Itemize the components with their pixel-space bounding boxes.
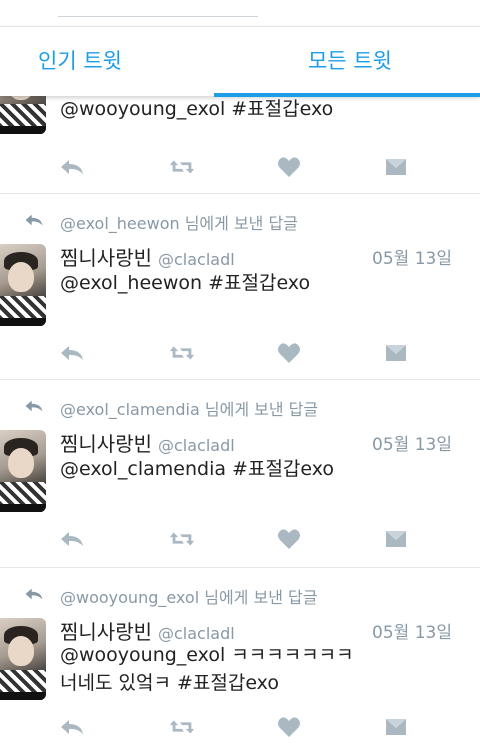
tab-active-indicator (214, 93, 480, 97)
reply-icon[interactable] (58, 714, 86, 740)
search-bar-remnant (58, 16, 258, 17)
tweet-header: 찜니사랑빈 @clacladl 05월 13일 (60, 616, 470, 644)
tweet-actions (0, 154, 480, 180)
reply-to-handle[interactable]: @exol_heewon (60, 214, 180, 233)
timeline-tabs: 인기 트윗 모든 트윗 (0, 26, 480, 97)
heart-icon[interactable] (275, 154, 303, 180)
tab-all-tweets[interactable]: 모든 트윗 (270, 27, 430, 93)
reply-context: @wooyoung_exol 님에게 보낸 답글 (0, 584, 480, 607)
reply-suffix: 님에게 보낸 답글 (199, 588, 318, 607)
tweet-text: @wooyoung_exol #표절갑exo (60, 98, 334, 120)
tweet-date: 05월 13일 (372, 435, 452, 455)
reply-indicator-icon (25, 588, 43, 600)
reply-icon[interactable] (58, 340, 86, 366)
username[interactable]: @clacladl (158, 436, 235, 455)
direct-message-icon[interactable] (382, 154, 410, 180)
tab-popular-tweets[interactable]: 인기 트윗 (0, 27, 160, 93)
username[interactable]: @clacladl (158, 250, 235, 269)
tweet-item[interactable]: @exol_clamendia 님에게 보낸 답글 찜니사랑빈 @clacladl… (0, 380, 480, 568)
tweet-actions (0, 714, 480, 740)
direct-message-icon[interactable] (382, 714, 410, 740)
avatar[interactable] (0, 618, 46, 700)
tweet-text: @exol_heewon #표절갑exo (60, 272, 311, 294)
reply-suffix: 님에게 보낸 답글 (199, 400, 319, 419)
display-name[interactable]: 찜니사랑빈 (60, 432, 152, 456)
reply-suffix: 님에게 보낸 답글 (179, 214, 298, 233)
reply-context: @exol_heewon 님에게 보낸 답글 (0, 210, 480, 233)
reply-context: @exol_clamendia 님에게 보낸 답글 (0, 396, 480, 419)
direct-message-icon[interactable] (382, 340, 410, 366)
tweet-text-line-2: 너네도 있엌ㅋ #표절갑exo (60, 672, 279, 694)
heart-icon[interactable] (275, 340, 303, 366)
tweet-date: 05월 13일 (372, 623, 452, 643)
reply-indicator-icon (25, 214, 43, 226)
tweet-actions (0, 340, 480, 366)
tweet-item-partial[interactable]: @wooyoung_exol #표절갑exo (0, 96, 480, 194)
reply-to-handle[interactable]: @wooyoung_exol (60, 588, 199, 607)
reply-icon[interactable] (58, 154, 86, 180)
heart-icon[interactable] (275, 526, 303, 552)
display-name[interactable]: 찜니사랑빈 (60, 246, 152, 270)
retweet-icon[interactable] (168, 154, 196, 180)
tweet-header: 찜니사랑빈 @clacladl 05월 13일 (60, 242, 470, 270)
tweet-date: 05월 13일 (372, 249, 452, 269)
avatar[interactable] (0, 96, 46, 134)
avatar[interactable] (0, 430, 46, 512)
tweet-item[interactable]: @exol_heewon 님에게 보낸 답글 찜니사랑빈 @clacladl 05… (0, 194, 480, 380)
heart-icon[interactable] (275, 714, 303, 740)
retweet-icon[interactable] (168, 526, 196, 552)
avatar[interactable] (0, 244, 46, 326)
tweet-header: 찜니사랑빈 @clacladl 05월 13일 (60, 428, 470, 456)
tweet-text: @exol_clamendia #표절갑exo (60, 458, 335, 480)
reply-to-handle[interactable]: @exol_clamendia (60, 400, 200, 419)
direct-message-icon[interactable] (382, 526, 410, 552)
tweet-item[interactable]: @wooyoung_exol 님에게 보낸 답글 찜니사랑빈 @clacladl … (0, 568, 480, 751)
reply-indicator-icon (25, 400, 43, 412)
tweet-actions (0, 526, 480, 552)
reply-icon[interactable] (58, 526, 86, 552)
retweet-icon[interactable] (168, 340, 196, 366)
tweet-text-line-1: @wooyoung_exol ㅋㅋㅋㅋㅋㅋㅋ (60, 644, 354, 666)
retweet-icon[interactable] (168, 714, 196, 740)
